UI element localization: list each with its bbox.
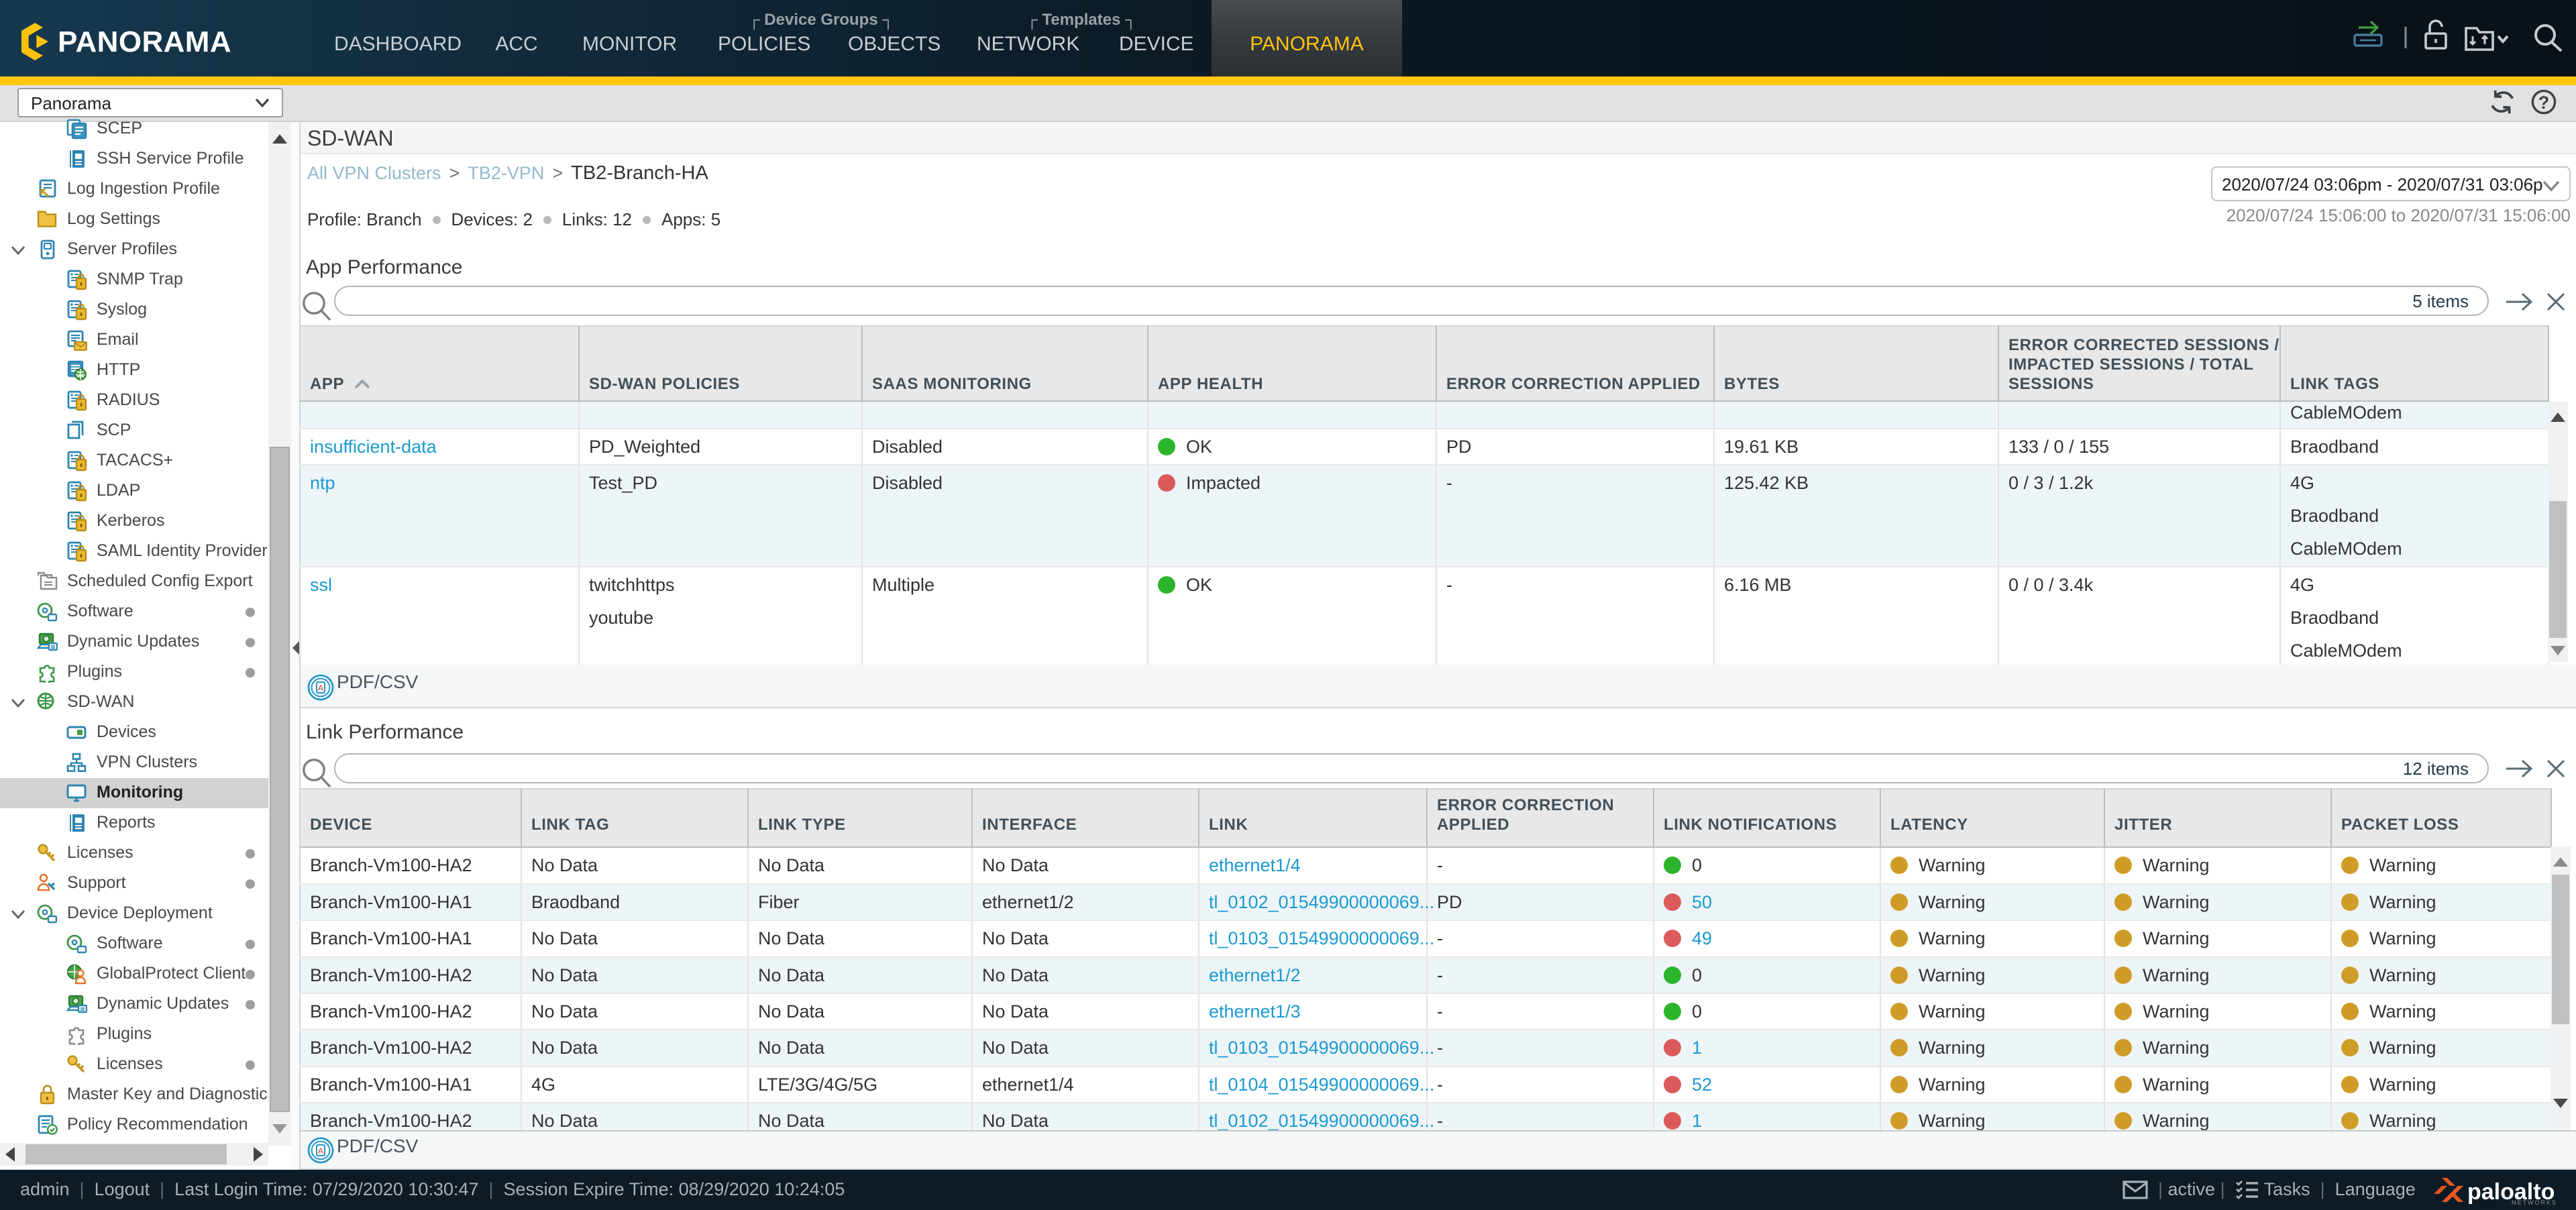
svg-text:?: ? bbox=[2538, 93, 2550, 113]
svg-text:A: A bbox=[318, 683, 323, 693]
svg-text:NETWORKS: NETWORKS bbox=[2512, 1199, 2557, 1206]
svg-text:A: A bbox=[318, 1146, 323, 1156]
